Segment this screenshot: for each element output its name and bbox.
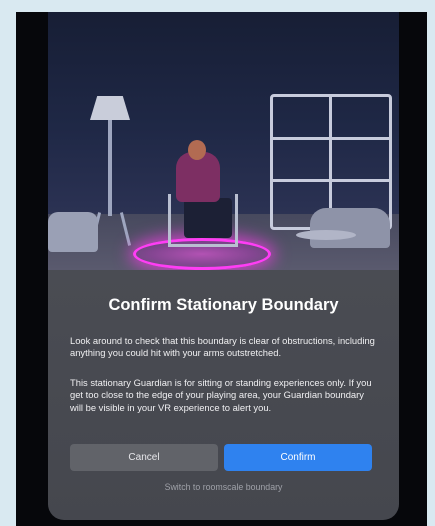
switch-to-roomscale-link[interactable]: Switch to roomscale boundary <box>48 482 399 492</box>
cancel-button[interactable]: Cancel <box>70 444 218 471</box>
person-head <box>188 140 206 160</box>
floor-lamp-pole <box>108 120 112 216</box>
confirm-button[interactable]: Confirm <box>224 444 372 471</box>
confirm-boundary-dialog: Confirm Stationary Boundary Look around … <box>48 270 399 520</box>
floor-lamp-shade <box>90 96 130 120</box>
dialog-description-guardian: This stationary Guardian is for sitting … <box>70 377 372 413</box>
dialog-title: Confirm Stationary Boundary <box>108 296 339 314</box>
coffee-table <box>296 230 356 240</box>
armchair <box>310 208 390 248</box>
stationary-boundary-illustration <box>48 12 399 270</box>
dialog-description: Look around to check that this boundary … <box>70 335 375 359</box>
armchair <box>48 212 98 252</box>
person-legs <box>184 198 232 238</box>
vr-window: Confirm Stationary Boundary Look around … <box>16 12 427 526</box>
